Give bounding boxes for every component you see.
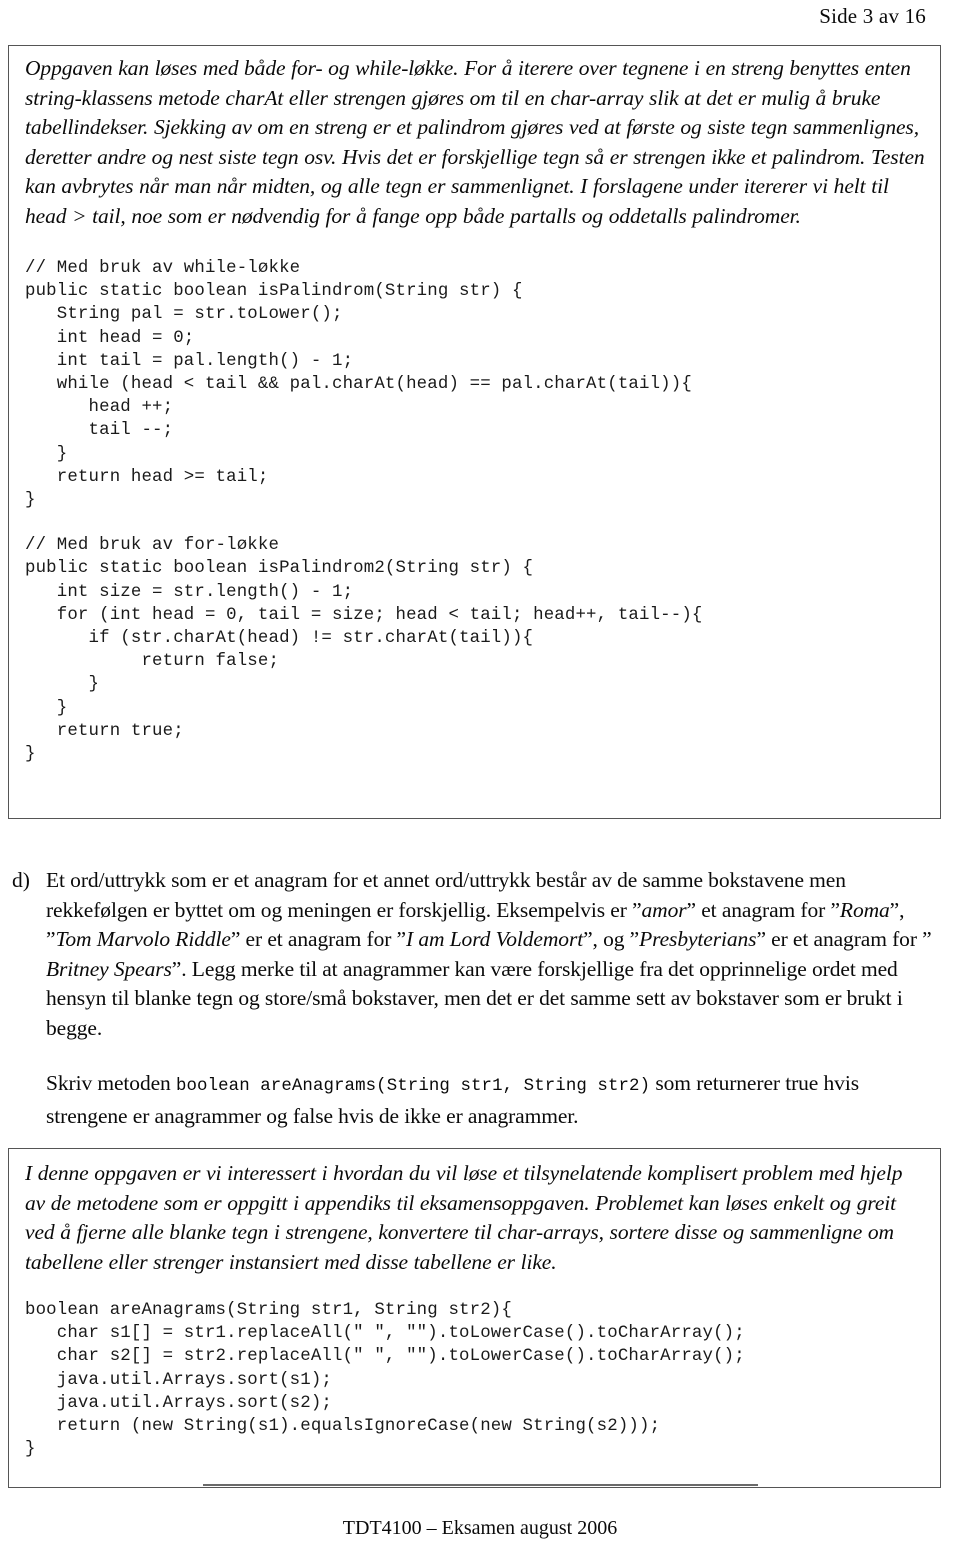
page-footer: TDT4100 – Eksamen august 2006	[342, 1517, 618, 1539]
code-block-are-anagrams: boolean areAnagrams(String str1, String …	[25, 1301, 745, 1460]
solution-explanation-box: Oppgaven kan løses med både for- og whil…	[8, 45, 941, 819]
q-d-em-presbyterians: Presbyterians	[639, 927, 757, 951]
anagram-info-box: I denne oppgaven er vi interessert i hvo…	[8, 1148, 941, 1488]
anagram-info-text: I denne oppgaven er vi interessert i hvo…	[25, 1161, 903, 1274]
question-d: d) Et ord/uttrykk som er et anagram for …	[12, 866, 942, 1131]
q-d-em-britney: Britney Spears	[46, 956, 172, 981]
code-block-while-loop: // Med bruk av while-løkke public static…	[25, 259, 692, 511]
q-d-seg2: ” et anagram for ”	[686, 897, 840, 922]
q-d-seg5: ”, og ”	[583, 927, 640, 951]
q-d-seg4: ” er et anagram for ”	[230, 927, 407, 951]
question-d-p1: Et ord/uttrykk som er et anagram for et …	[46, 868, 932, 1040]
q-d-em-voldemort: I am Lord Voldemort	[406, 927, 584, 951]
q-d-em-amor: amor	[641, 897, 687, 922]
footer-divider	[203, 1484, 758, 1486]
q-d-em-roma: Roma	[839, 897, 890, 922]
q-d-seg7: ”. Legg merke til at anagrammer kan være…	[46, 956, 903, 1040]
q-d-p2-seg1: Skriv metoden	[46, 1071, 176, 1095]
question-d-body: Et ord/uttrykk som er et anagram for et …	[46, 866, 942, 1131]
question-d-marker: d)	[12, 868, 30, 892]
q-d-seg6: ” er et anagram for ”	[756, 927, 932, 951]
solution-explanation-text: Oppgaven kan løses med både for- og whil…	[25, 56, 925, 228]
question-d-row: d) Et ord/uttrykk som er et anagram for …	[12, 866, 942, 1131]
question-d-p2: Skriv metoden boolean areAnagrams(String…	[46, 1071, 859, 1128]
q-d-em-riddle: Tom Marvolo Riddle	[55, 927, 231, 951]
code-block-for-loop: // Med bruk av for-løkke public static b…	[25, 536, 703, 765]
page-indicator: Side 3 av 16	[819, 4, 926, 28]
q-d-method-signature: boolean areAnagrams(String str1, String …	[175, 1077, 651, 1096]
